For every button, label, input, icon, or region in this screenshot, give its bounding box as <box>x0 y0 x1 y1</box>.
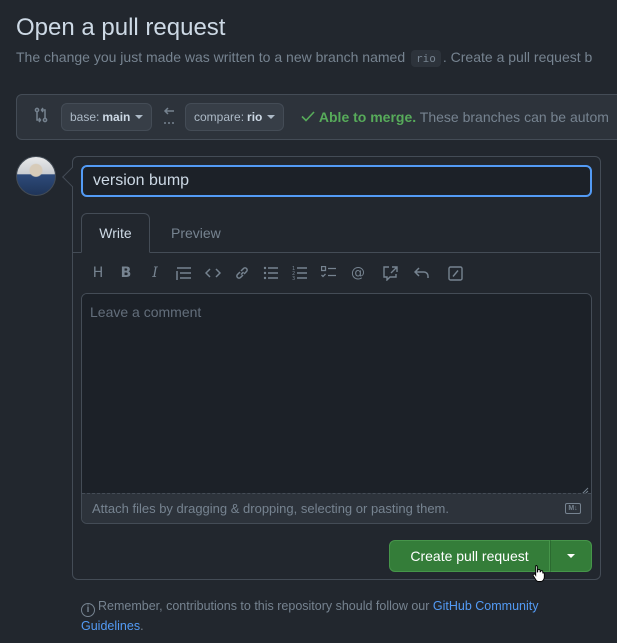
arrow-left-icon <box>161 105 177 132</box>
attach-files-text: Attach files by dragging & dropping, sel… <box>92 501 449 516</box>
chevron-down-icon <box>267 115 276 119</box>
branch-name-code: rio <box>411 50 441 67</box>
tabs-divider <box>73 252 600 253</box>
quote-icon[interactable] <box>172 262 196 284</box>
merge-ok-text: Able to merge. <box>318 109 417 125</box>
base-branch-value: main <box>102 110 131 124</box>
link-icon[interactable] <box>230 262 254 284</box>
file-attachment-bar[interactable]: Attach files by dragging & dropping, sel… <box>82 493 591 523</box>
git-compare-icon <box>33 107 49 126</box>
check-icon <box>301 109 315 125</box>
create-pull-request-button[interactable]: Create pull request <box>389 540 550 572</box>
page-title: Open a pull request <box>16 14 226 41</box>
svg-text:3: 3 <box>292 276 295 280</box>
branch-compare-bar: base: main compare: rio Able to merge. T… <box>16 94 617 140</box>
heading-icon[interactable]: H <box>86 262 110 284</box>
slash-command-icon[interactable] <box>443 262 467 284</box>
subtitle-text: The change you just made was written to … <box>16 49 406 65</box>
task-list-icon[interactable] <box>317 262 341 284</box>
tab-write[interactable]: Write <box>81 213 150 253</box>
tab-preview[interactable]: Preview <box>155 213 237 253</box>
merge-status-text: These branches can be autom <box>419 109 609 125</box>
title-input[interactable] <box>81 165 592 197</box>
contribution-note: i Remember, contributions to this reposit… <box>81 597 591 635</box>
markdown-icon[interactable]: M↓ <box>565 503 581 514</box>
chevron-down-icon <box>135 115 144 119</box>
unordered-list-icon[interactable] <box>259 262 283 284</box>
compare-branch-selector[interactable]: compare: rio <box>185 103 285 131</box>
comment-box: Attach files by dragging & dropping, sel… <box>81 293 592 524</box>
mention-icon[interactable]: @ <box>346 262 370 284</box>
info-icon: i <box>81 603 95 617</box>
base-branch-label: base: <box>70 110 100 124</box>
compare-branch-label: compare: <box>194 110 245 124</box>
comment-textarea[interactable] <box>82 294 591 494</box>
note-end: . <box>140 619 144 633</box>
reply-icon[interactable] <box>410 262 434 284</box>
reference-icon[interactable] <box>378 262 402 284</box>
avatar[interactable] <box>16 156 56 196</box>
base-branch-selector[interactable]: base: main <box>61 103 153 131</box>
ordered-list-icon[interactable]: 123 <box>288 262 312 284</box>
hand-cursor-icon <box>532 564 546 585</box>
page-subtitle: The change you just made was written to … <box>16 49 593 67</box>
compare-branch-value: rio <box>247 110 263 124</box>
merge-status: Able to merge. These branches can be aut… <box>301 109 609 125</box>
note-text: Remember, contributions to this reposito… <box>98 599 430 613</box>
chevron-down-icon <box>567 554 575 558</box>
create-options-dropdown-button[interactable] <box>550 540 592 572</box>
code-icon[interactable] <box>201 262 225 284</box>
bold-icon[interactable]: B <box>114 262 138 284</box>
italic-icon[interactable]: I <box>143 262 167 284</box>
subtitle-text-end: . Create a pull request b <box>442 49 593 65</box>
